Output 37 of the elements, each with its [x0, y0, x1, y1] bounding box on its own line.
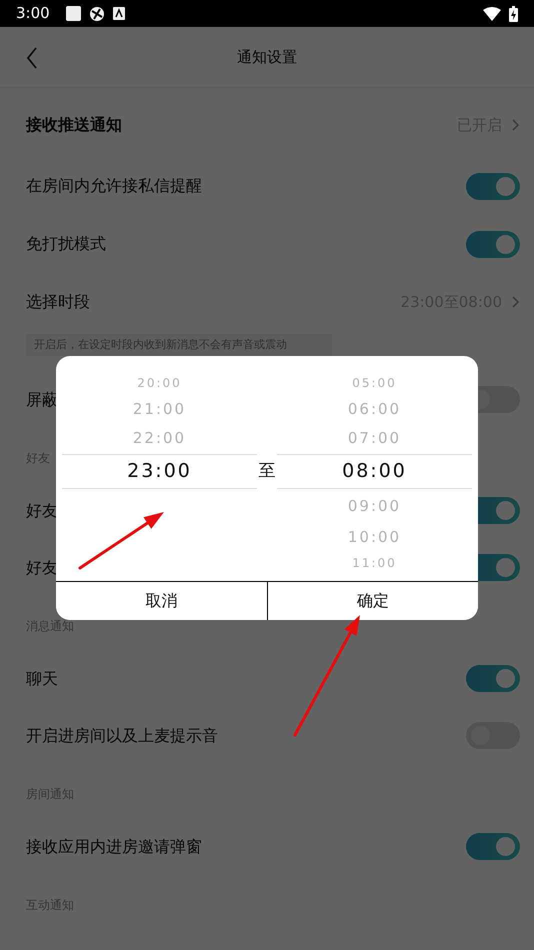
time-option[interactable]: 09:00: [277, 489, 472, 523]
time-option[interactable]: 05:00: [277, 371, 472, 395]
setting-label: 聊天: [26, 668, 58, 690]
wifi-icon: [483, 6, 501, 20]
toggle-switch[interactable]: [466, 172, 520, 200]
battery-icon: [509, 6, 518, 22]
setting-label: 开启进房间以及上麦提示音: [26, 724, 218, 746]
aperture-icon: [88, 6, 105, 22]
toggle-switch[interactable]: [466, 230, 520, 258]
notification-square-icon: [66, 6, 81, 21]
keyboard-app-icon: [112, 7, 125, 20]
dialog-button[interactable]: 确定: [266, 582, 478, 620]
toggle-switch[interactable]: [466, 833, 520, 860]
setting-label: 好友: [26, 500, 58, 522]
page-title: 通知设置: [237, 46, 297, 68]
time-option[interactable]: 20:00: [62, 371, 257, 395]
time-option[interactable]: 21:00: [62, 395, 257, 423]
setting-label: 在房间内允许接私信提醒: [26, 175, 202, 197]
setting-label: 屏蔽: [26, 388, 58, 410]
setting-label: 免打扰模式: [26, 233, 106, 255]
clock-text: 3:00: [16, 3, 50, 24]
setting-label: 接收应用内进房邀请弹窗: [26, 836, 202, 858]
setting-label: 接收推送通知: [26, 114, 122, 136]
time-option[interactable]: 22:00: [62, 423, 257, 454]
time-option[interactable]: 06:00: [277, 395, 472, 423]
toggle-switch[interactable]: [466, 665, 520, 692]
time-option[interactable]: 08:00: [277, 454, 472, 489]
time-option[interactable]: 10:00: [277, 523, 472, 551]
chevron-right-icon: [512, 119, 520, 131]
setting-label: 好友: [26, 556, 58, 578]
time-option[interactable]: 11:00: [277, 551, 472, 575]
chevron-right-icon: [512, 296, 520, 308]
time-option[interactable]: 23:00: [62, 454, 257, 489]
separator-text: 至: [258, 460, 276, 483]
time-option[interactable]: 07:00: [277, 423, 472, 454]
back-icon[interactable]: [26, 47, 38, 69]
setting-label: 选择时段: [26, 291, 90, 313]
